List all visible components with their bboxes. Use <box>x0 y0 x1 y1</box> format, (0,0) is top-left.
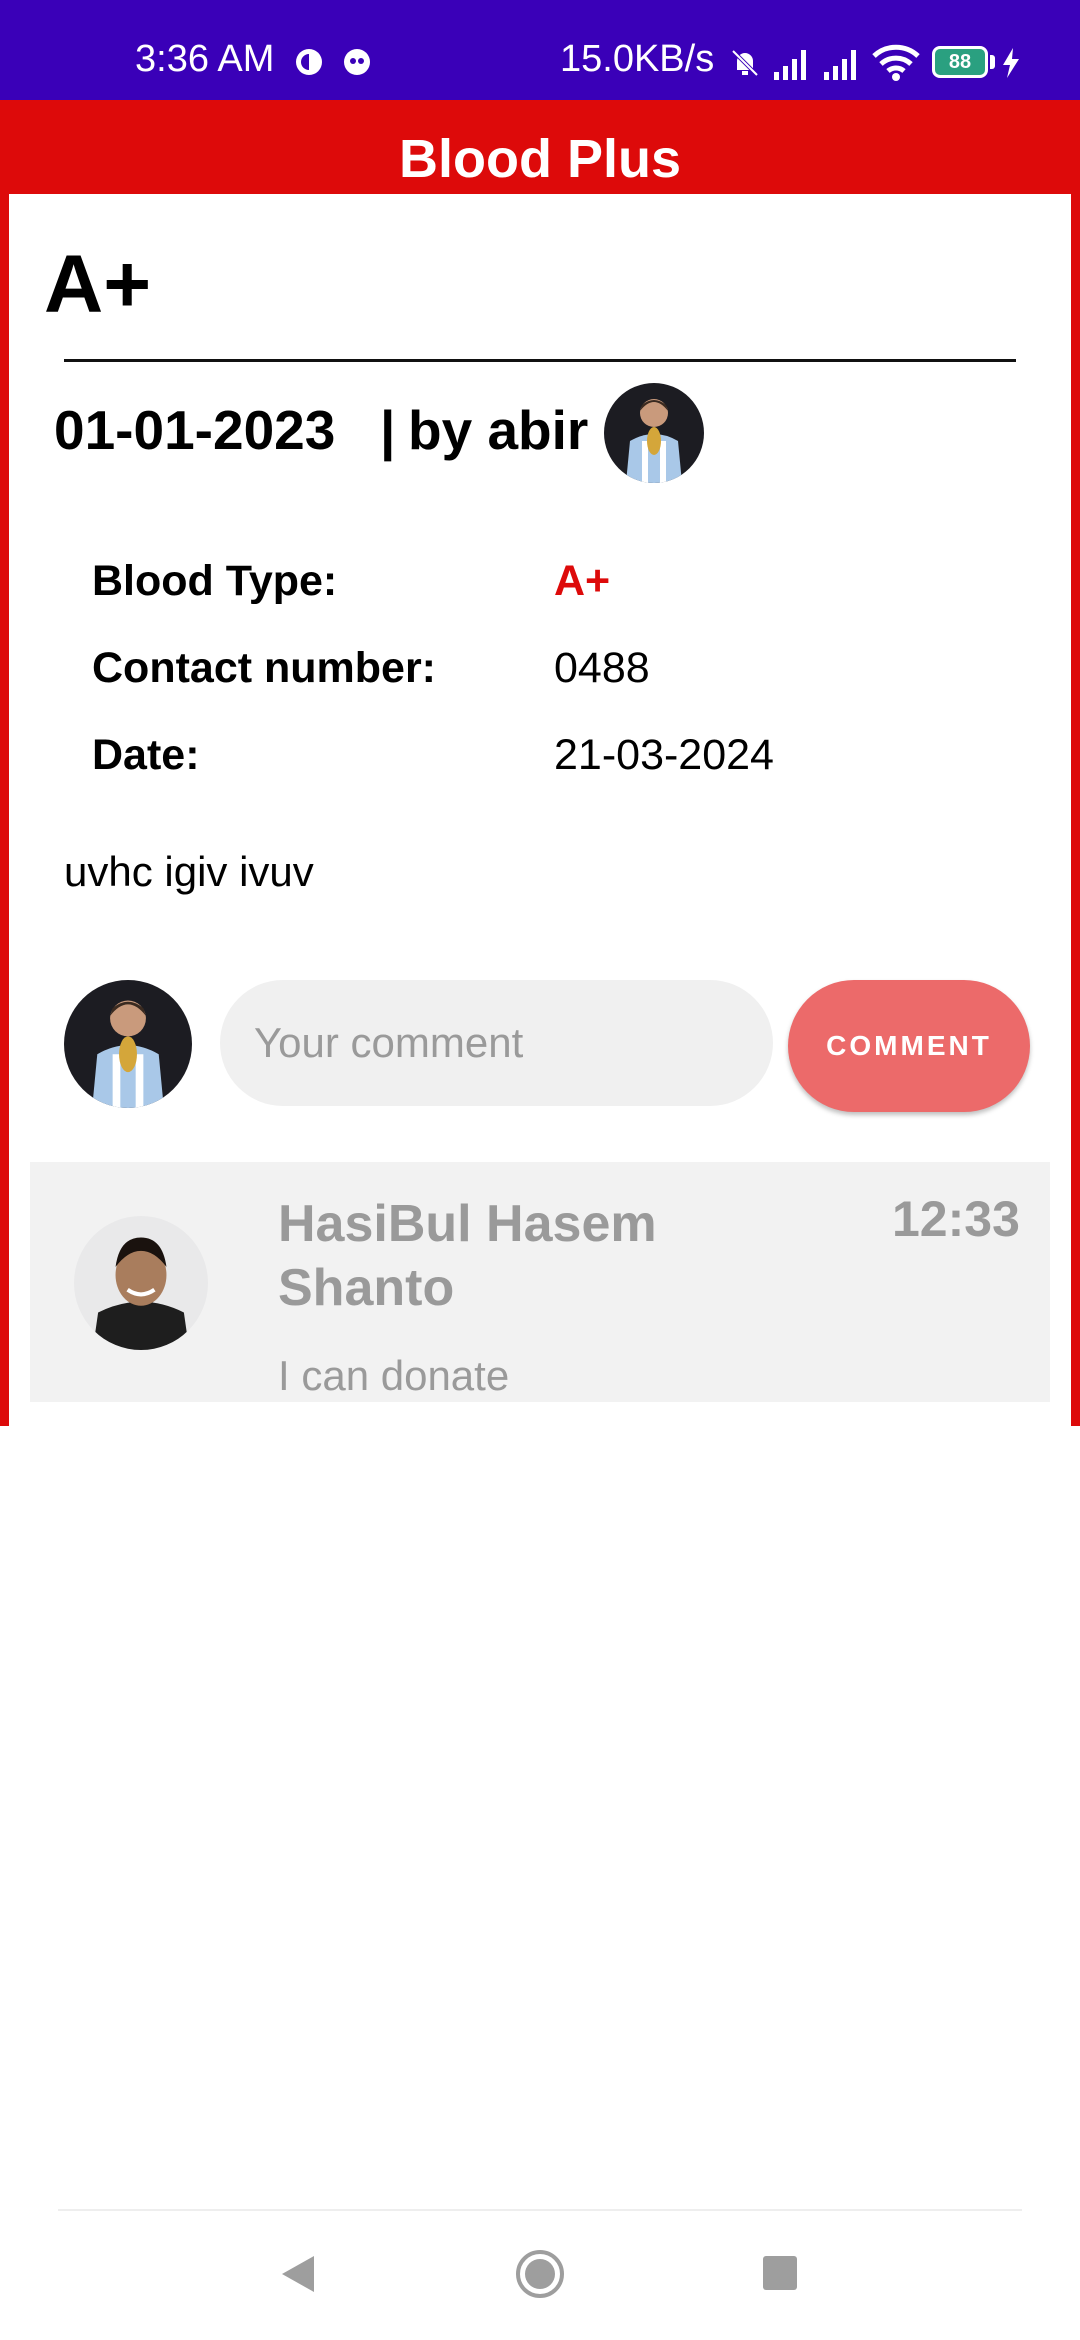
post-author: by abir <box>408 399 589 461</box>
blood-type-label: Blood Type: <box>92 557 338 605</box>
signal-icon <box>774 50 806 80</box>
frame-border-right <box>1071 194 1080 1426</box>
wifi-icon <box>872 44 920 81</box>
divider <box>64 359 1016 362</box>
status-bar: 3:36 AM 15.0KB/s 88 <box>0 0 1080 100</box>
status-time: 3:36 AM <box>135 38 275 80</box>
comment-text: I can donate <box>278 1352 510 1399</box>
signal-icon <box>824 50 856 80</box>
notification-circle-icon <box>296 49 322 75</box>
comment-input[interactable] <box>220 980 773 1106</box>
network-speed: 15.0KB/s <box>560 38 715 80</box>
post-blood-type-header: A+ <box>44 239 152 330</box>
battery-tip <box>990 55 995 69</box>
avatar-photo <box>604 383 704 483</box>
post-description: uvhc igiv ivuv <box>64 848 314 895</box>
post-separator: | <box>380 399 396 461</box>
comment-item[interactable]: HasiBul Hasem Shanto 12:33 I can donate <box>30 1162 1050 1402</box>
contact-number-label: Contact number: <box>92 644 436 692</box>
post-date: 01-01-2023 <box>54 399 336 461</box>
charging-icon <box>1003 48 1019 78</box>
commenter-name: HasiBul Hasem Shanto <box>278 1195 657 1317</box>
comment-time: 12:33 <box>892 1191 1020 1247</box>
home-icon[interactable] <box>514 2248 566 2300</box>
avatar-photo <box>64 980 192 1108</box>
commenter-avatar <box>74 1216 208 1350</box>
avatar-photo <box>74 1216 208 1350</box>
back-icon[interactable] <box>278 2252 318 2296</box>
date-value: 21-03-2024 <box>554 731 774 779</box>
frame-border-left <box>0 194 9 1426</box>
comment-button[interactable]: COMMENT <box>788 980 1030 1112</box>
current-user-avatar <box>64 980 192 1108</box>
mute-icon <box>731 49 759 77</box>
nav-divider <box>58 2209 1022 2211</box>
app-bar: Blood Plus <box>0 100 1080 194</box>
notification-circle-icon <box>344 49 370 75</box>
author-avatar[interactable] <box>604 383 704 483</box>
battery-icon: 88 <box>932 46 988 78</box>
app-title: Blood Plus <box>399 129 681 189</box>
blood-type-value: A+ <box>554 557 611 605</box>
recents-icon[interactable] <box>763 2256 797 2290</box>
date-label: Date: <box>92 731 200 779</box>
contact-number-value[interactable]: 0488 <box>554 644 650 693</box>
